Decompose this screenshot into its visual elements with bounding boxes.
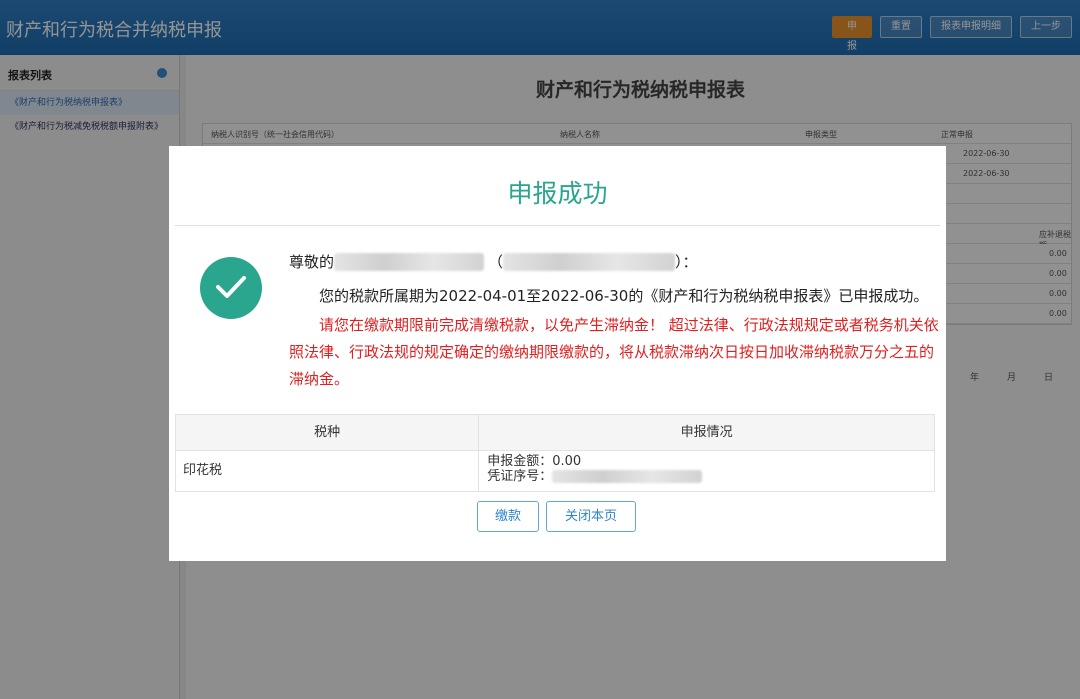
- table-header: 税种 申报情况: [176, 415, 934, 451]
- column-header-tax: 税种: [176, 415, 480, 450]
- greeting-prefix: 尊敬的: [289, 253, 335, 271]
- table-row: 印花税 申报金额：0.00 凭证序号：: [176, 451, 934, 491]
- dialog-actions: 缴款 关闭本页: [477, 501, 636, 532]
- divider: [175, 225, 940, 226]
- close-page-button[interactable]: 关闭本页: [546, 501, 636, 532]
- redacted-voucher: [552, 470, 703, 483]
- success-dialog: 申报成功 尊敬的 （ ）： 您的税款所属期为2022-04-01至2022-06…: [169, 146, 946, 561]
- check-icon: [200, 257, 262, 319]
- dialog-title: 申报成功: [507, 179, 608, 208]
- voucher-label: 凭证序号：: [487, 469, 553, 484]
- greeting-line: 尊敬的 （ ）：: [289, 250, 939, 274]
- pay-button[interactable]: 缴款: [477, 501, 539, 532]
- tax-type-cell: 印花税: [176, 451, 480, 491]
- redacted-id: [503, 253, 676, 271]
- open-paren: （: [488, 253, 504, 271]
- close-paren: ）：: [675, 253, 698, 271]
- amount-label: 申报金额：0.00: [487, 454, 582, 469]
- result-table: 税种 申报情况 印花税 申报金额：0.00 凭证序号：: [175, 414, 935, 492]
- redacted-name: [334, 253, 485, 271]
- dialog-message: 尊敬的 （ ）： 您的税款所属期为2022-04-01至2022-06-30的《…: [289, 250, 939, 393]
- overdue-warning: 请您在缴款期限前完成清缴税款，以免产生滞纳金！ 超过法律、行政法规规定或者税务机…: [289, 316, 939, 388]
- status-cell: 申报金额：0.00 凭证序号：: [479, 451, 934, 491]
- success-line: 您的税款所属期为2022-04-01至2022-06-30的《财产和行为税纳税申…: [319, 287, 929, 305]
- column-header-status: 申报情况: [680, 425, 733, 440]
